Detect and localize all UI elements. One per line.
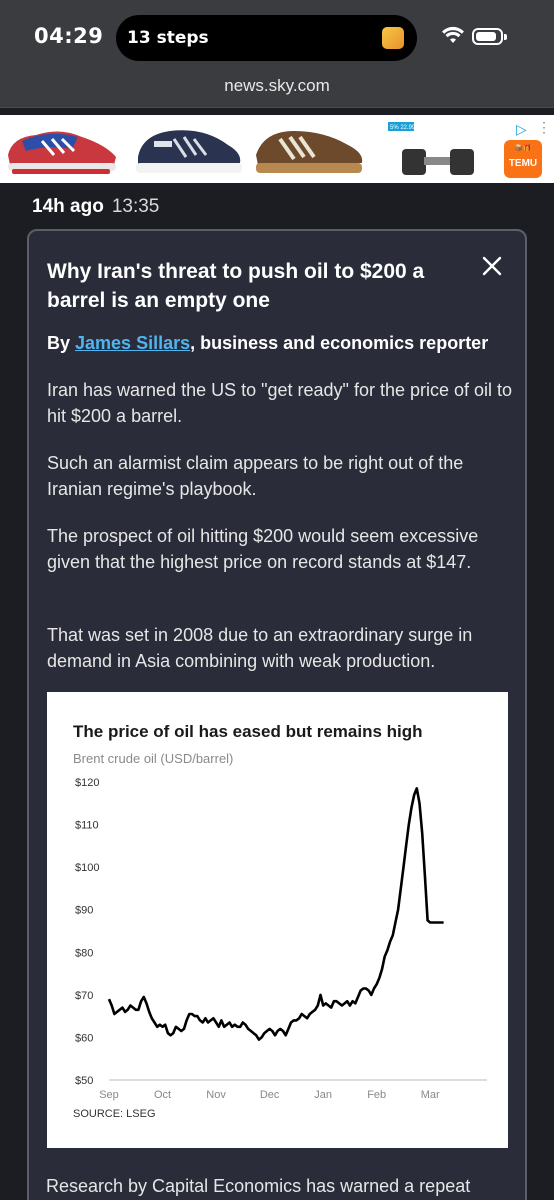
y-tick-label: $110: [75, 820, 99, 832]
x-tick-label: Dec: [260, 1089, 280, 1101]
ad-banner[interactable]: 5% 22.99 ▷ ⋮ 📦🎁 TEMU: [0, 115, 554, 183]
y-tick-label: $60: [75, 1032, 93, 1044]
x-tick-label: Oct: [154, 1089, 171, 1101]
post-time: 13:35: [111, 196, 160, 217]
address-bar[interactable]: news.sky.com: [0, 72, 554, 108]
status-bar: 04:29 13 steps: [0, 0, 554, 72]
x-tick-label: Nov: [206, 1089, 226, 1101]
post-meta: 14h ago 13:35: [32, 196, 159, 218]
chart-source: SOURCE: LSEG: [73, 1108, 156, 1120]
author-link[interactable]: James Sillars: [75, 333, 190, 353]
wifi-icon: [442, 26, 464, 43]
temu-logo-text: TEMU: [508, 158, 538, 169]
paragraph: Iran has warned the US to "get ready" fo…: [47, 380, 513, 426]
adchoices-icon[interactable]: ▷: [516, 121, 527, 138]
series-line: [107, 787, 444, 1041]
x-tick-label: Sep: [99, 1089, 119, 1101]
byline: By James Sillars, business and economics…: [47, 333, 488, 354]
ad-shoe-brown[interactable]: [250, 119, 368, 179]
x-tick-label: Mar: [421, 1089, 440, 1101]
y-tick-label: $70: [75, 990, 93, 1002]
paragraph: The prospect of oil hitting $200 would s…: [47, 526, 479, 572]
temu-logo[interactable]: 📦🎁 TEMU: [504, 140, 542, 178]
clock: 04:29: [34, 24, 104, 48]
paragraph: Research by Capital Economics has warned…: [46, 1176, 471, 1196]
dumbbell-price-tag: 5% 22.99: [390, 125, 416, 131]
x-tick-label: Jan: [314, 1089, 332, 1101]
byline-prefix: By: [47, 333, 76, 353]
post-age: 14h ago: [32, 196, 104, 217]
close-icon[interactable]: ⋮: [537, 119, 551, 136]
paragraph: Such an alarmist claim appears to be rig…: [47, 453, 464, 499]
ad-shoe-navy[interactable]: [124, 119, 246, 179]
temu-logo-sub: 📦🎁: [514, 145, 532, 152]
y-tick-label: $90: [75, 905, 93, 917]
battery-icon: [472, 28, 507, 45]
y-tick-label: $100: [75, 862, 99, 874]
article-title: Why Iran's threat to push oil to $200 a …: [47, 260, 425, 312]
ad-shoe-red[interactable]: [2, 119, 120, 179]
chart-title: The price of oil has eased but remains h…: [73, 722, 423, 741]
y-tick-label: $120: [75, 777, 99, 789]
close-icon[interactable]: [481, 255, 503, 277]
x-tick-label: Feb: [367, 1089, 386, 1101]
app-icon: [382, 27, 404, 49]
ad-dumbbell[interactable]: 5% 22.99: [372, 119, 490, 179]
byline-suffix: , business and economics reporter: [190, 333, 489, 353]
chart-canvas: $120 $110 $100 $90 $80 $70 $60 $50 Sep Oct Nov Dec J…: [75, 777, 487, 1101]
activity-label: 13 steps: [127, 28, 209, 48]
y-tick-label: $80: [75, 947, 93, 959]
dynamic-island[interactable]: 13 steps: [116, 15, 417, 61]
oil-price-chart: The price of oil has eased but remains h…: [47, 692, 508, 1148]
y-tick-label: $50: [75, 1075, 93, 1087]
chart-subtitle: Brent crude oil (USD/barrel): [73, 751, 234, 766]
paragraph: That was set in 2008 due to an extraordi…: [47, 625, 473, 671]
url-text: news.sky.com: [224, 76, 330, 95]
article-card: Why Iran's threat to push oil to $200 a …: [27, 229, 527, 1200]
